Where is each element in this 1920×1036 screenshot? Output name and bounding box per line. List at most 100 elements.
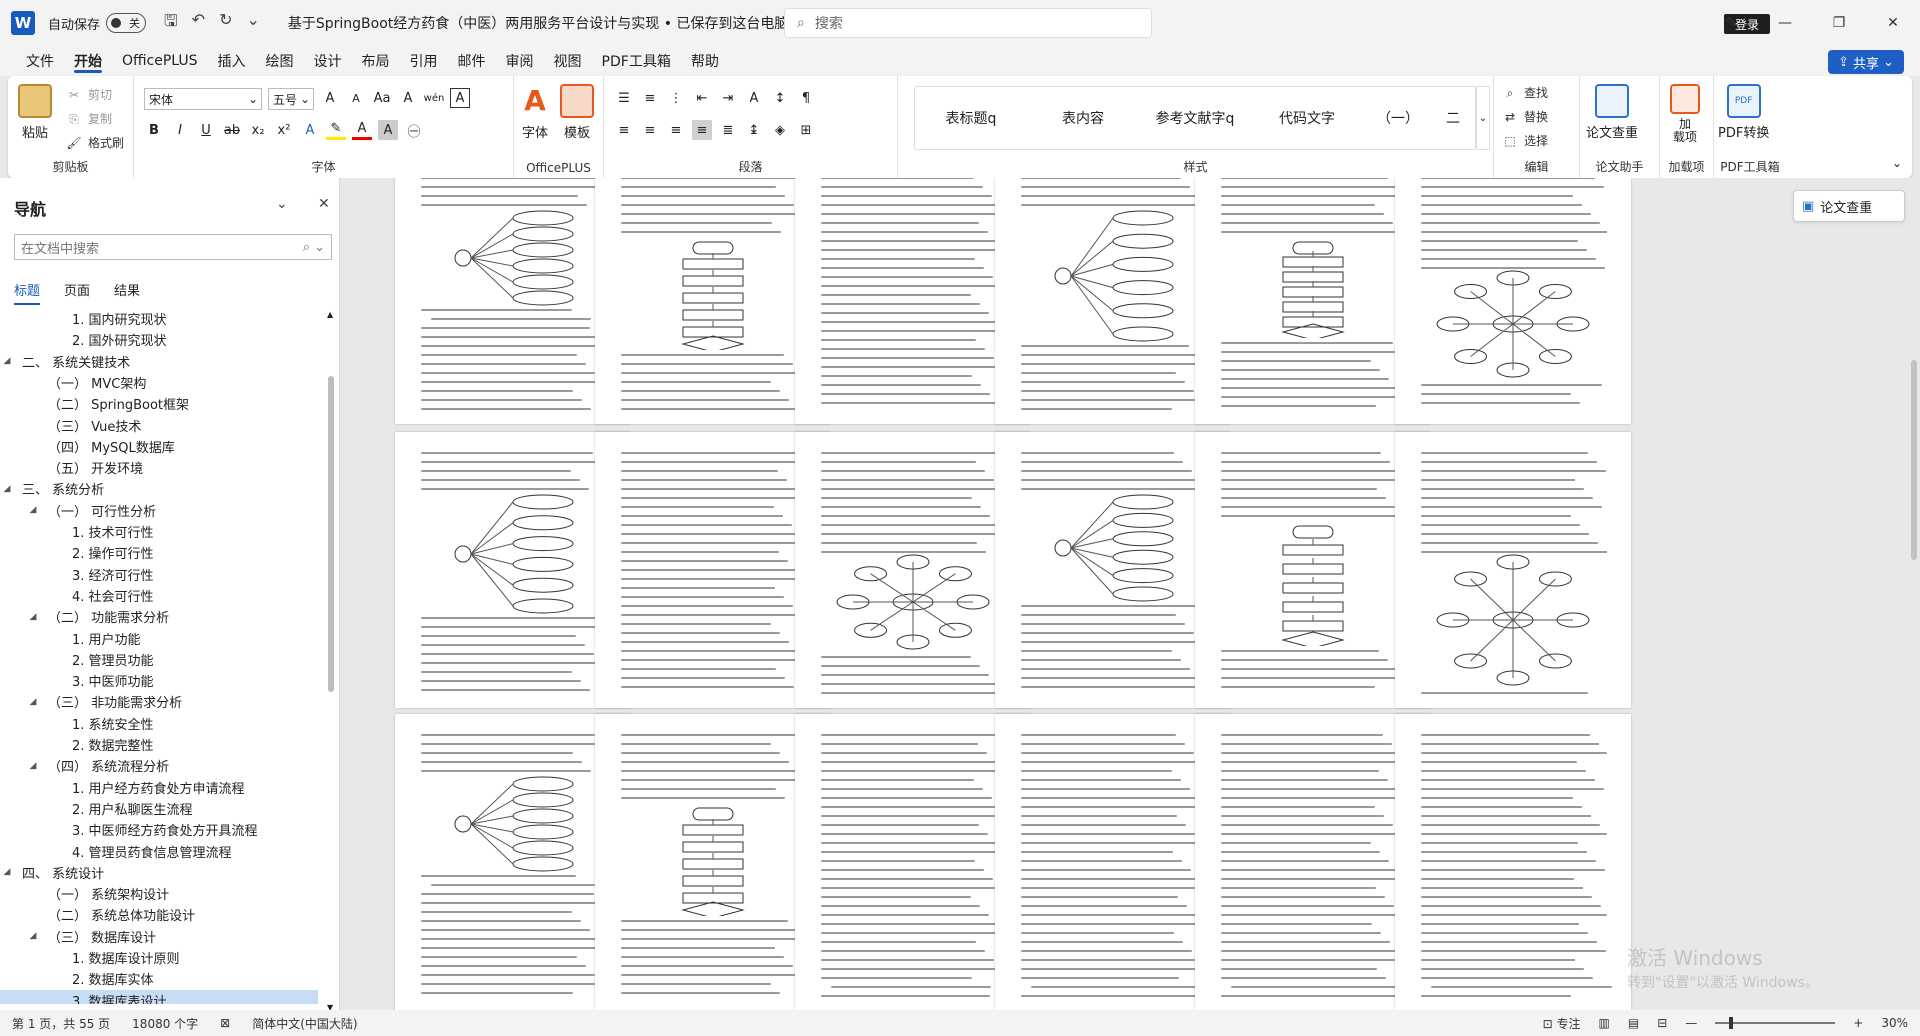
tab-help[interactable]: 帮助 [681,46,729,76]
style-biaoneirong[interactable]: 表内容 [1027,108,1139,128]
nav-heading-item[interactable]: （四） MySQL数据库 [0,436,318,457]
format-painter-button[interactable]: 🖌 格式刷 [66,134,124,151]
style-biaobiaoti[interactable]: 表标题q [915,108,1027,128]
nav-tab-results[interactable]: 结果 [114,280,140,305]
nav-heading-item[interactable]: 1. 用户功能 [0,628,318,649]
read-mode-icon[interactable]: ▥ [1599,1016,1610,1030]
nav-heading-item[interactable]: （三） Vue技术 [0,415,318,436]
enclose-char-icon[interactable]: ㊀ [404,120,424,140]
nav-heading-item[interactable]: ◢ 三、 系统分析 [0,478,318,499]
nav-scroll-thumb[interactable] [328,376,334,692]
zoom-out-icon[interactable]: — [1685,1016,1697,1030]
nav-heading-item[interactable]: （二） 系统总体功能设计 [0,904,318,925]
superscript-icon[interactable]: x² [274,120,294,140]
nav-heading-item[interactable]: 1. 国内研究现状 [0,308,318,329]
char-border-icon[interactable]: A [450,88,470,108]
style-cankaowenxian[interactable]: 参考文献字q [1139,108,1251,128]
nav-heading-item[interactable]: 1. 数据库设计原则 [0,947,318,968]
tab-home[interactable]: 开始 [64,46,112,76]
redo-icon[interactable]: ↻ [219,10,232,37]
numbering-icon[interactable]: ≡ [640,88,660,108]
style-yi[interactable]: （一） [1363,108,1433,128]
text-effects-icon[interactable]: A [300,120,320,140]
web-layout-icon[interactable]: ⊟ [1657,1016,1667,1030]
minimize-icon[interactable]: — [1758,0,1812,46]
template-button[interactable]: 模板 [560,84,594,141]
font-name-select[interactable]: 宋体 ⌄ [144,88,262,110]
share-button[interactable]: ⇪ 共享 ⌄ [1828,50,1904,74]
close-icon[interactable]: ✕ [1866,0,1920,46]
tab-officeplus[interactable]: OfficePLUS [112,46,208,76]
proofing-icon[interactable]: ⊠ [220,1016,230,1030]
nav-heading-item[interactable]: ◢ （一） 可行性分析 [0,500,318,521]
grow-font-icon[interactable]: A [320,88,340,108]
focus-button[interactable]: ⊡ 专注 [1543,1015,1581,1032]
tab-references[interactable]: 引用 [400,46,448,76]
nav-heading-item[interactable]: ◢ （二） 功能需求分析 [0,606,318,627]
find-button[interactable]: ⌕ 查找 [1502,84,1548,101]
increase-indent-icon[interactable]: ⇥ [718,88,738,108]
nav-heading-item[interactable]: 2. 数据库实体 [0,968,318,989]
save-icon[interactable]: 🖫 [164,10,178,37]
collapse-caret-icon[interactable]: ◢ [26,505,40,515]
autosave-toggle[interactable]: 关 [106,13,147,33]
nav-heading-item[interactable]: （一） MVC架构 [0,372,318,393]
align-left-icon[interactable]: ≡ [614,120,634,140]
page-thumbnail[interactable] [1395,178,1631,424]
nav-heading-item[interactable]: 1. 系统安全性 [0,713,318,734]
nav-heading-item[interactable]: 3. 中医师功能 [0,670,318,691]
char-shading-icon[interactable]: A [378,120,398,140]
tab-layout[interactable]: 布局 [352,46,400,76]
replace-button[interactable]: ⇄ 替换 [1502,108,1548,125]
document-canvas[interactable]: ▣ 论文查重 激活 Windows 转到"设置"以激活 Windows。 [341,178,1920,1010]
tab-design[interactable]: 设计 [304,46,352,76]
nav-heading-item[interactable]: 2. 操作可行性 [0,542,318,563]
collapse-caret-icon[interactable]: ◢ [26,761,40,771]
nav-heading-item[interactable]: 2. 国外研究现状 [0,329,318,350]
zoom-slider[interactable] [1715,1017,1836,1029]
nav-heading-item[interactable]: 4. 管理员药食信息管理流程 [0,841,318,862]
nav-scrollbar[interactable]: ▲ ▼ [327,310,335,1012]
document-title[interactable]: 基于SpringBoot经方药食（中医）两用服务平台设计与实现 • 已保存到这台… [288,13,805,33]
bullets-icon[interactable]: ☰ [614,88,634,108]
nav-heading-item[interactable]: ◢ 二、 系统关键技术 [0,351,318,372]
borders-icon[interactable]: ⊞ [796,120,816,140]
autosave-control[interactable]: 自动保存 关 [48,13,147,33]
addins-button[interactable]: 加 载项 [1670,84,1700,144]
page-thumbnail[interactable] [1395,432,1631,708]
nav-heading-item[interactable]: （二） SpringBoot框架 [0,393,318,414]
word-count[interactable]: 18080 个字 [132,1015,198,1032]
search-box[interactable]: ⌕ 搜索 [784,8,1152,38]
nav-heading-item[interactable]: （一） 系统架构设计 [0,883,318,904]
shrink-font-icon[interactable]: A [346,88,366,108]
zoom-level[interactable]: 30% [1881,1016,1908,1030]
print-layout-icon[interactable]: ▤ [1628,1016,1639,1030]
pdf-convert-button[interactable]: PDF PDF转换 [1718,84,1769,141]
line-spacing-icon[interactable]: ↨ [744,120,764,140]
nav-heading-item[interactable]: ◢ （三） 数据库设计 [0,926,318,947]
phonetic-guide-icon[interactable]: wén [424,88,445,108]
nav-tab-headings[interactable]: 标题 [14,280,41,305]
nav-heading-item[interactable]: ◢ （三） 非功能需求分析 [0,691,318,712]
language-indicator[interactable]: 简体中文(中国大陆) [252,1015,357,1032]
justify-icon[interactable]: ≡ [692,120,712,140]
close-icon[interactable]: ✕ [318,196,330,212]
thesis-check-float-button[interactable]: ▣ 论文查重 [1793,190,1905,222]
decrease-indent-icon[interactable]: ⇤ [692,88,712,108]
tab-view[interactable]: 视图 [544,46,592,76]
tab-review[interactable]: 审阅 [496,46,544,76]
bold-icon[interactable]: B [144,120,164,140]
nav-heading-item[interactable]: 1. 用户经方药食处方申请流程 [0,777,318,798]
show-marks-icon[interactable]: ¶ [796,88,816,108]
underline-icon[interactable]: U [196,120,216,140]
collapse-caret-icon[interactable]: ◢ [26,697,40,707]
styles-more-icon[interactable]: ⌄ [1476,86,1490,150]
align-center-icon[interactable]: ≡ [640,120,660,140]
chevron-down-icon[interactable]: ⌄ [276,196,288,212]
tab-pdf-toolbox[interactable]: PDF工具箱 [592,46,681,76]
nav-heading-item[interactable]: 3. 数据库表设计 [0,989,318,1004]
officeplus-font-button[interactable]: A 字体 [518,84,552,141]
select-button[interactable]: ⬚ 选择 [1502,132,1548,149]
tab-draw[interactable]: 绘图 [256,46,304,76]
font-color-icon[interactable]: A [352,120,372,140]
